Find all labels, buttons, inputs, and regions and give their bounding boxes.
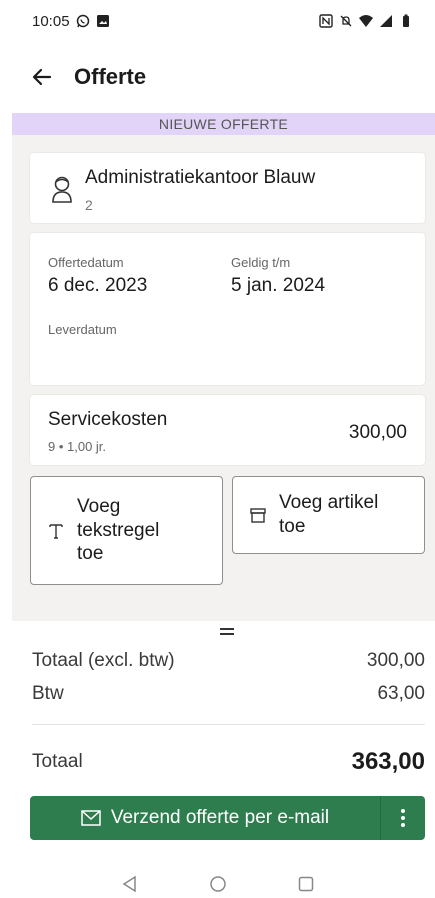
summary-divider <box>32 724 425 725</box>
signal-icon <box>380 15 392 27</box>
send-offer-button[interactable]: Verzend offerte per e-mail <box>30 796 425 840</box>
total-row: Totaal 363,00 <box>32 748 425 776</box>
mail-icon <box>81 810 101 826</box>
status-bar: 10:05 <box>0 0 435 42</box>
home-circle-icon[interactable] <box>209 875 227 893</box>
valid-until-label: Geldig t/m <box>231 255 291 270</box>
add-text-line-button[interactable]: Voeg tekstregel toe <box>30 476 223 585</box>
page-title: Offerte <box>74 64 147 89</box>
customer-number: 2 <box>85 197 93 213</box>
subtotal-label: Totaal (excl. btw) <box>32 650 175 671</box>
add-article-button[interactable]: Voeg artikel toe <box>232 476 425 554</box>
subtotal-row: Totaal (excl. btw) 300,00 <box>32 650 425 672</box>
send-more-button[interactable] <box>381 796 425 840</box>
subtotal-value: 300,00 <box>366 650 425 671</box>
drag-handle-icon[interactable] <box>220 628 234 636</box>
status-banner: NIEUWE OFFERTE <box>12 113 435 135</box>
more-vertical-icon <box>401 809 405 827</box>
offer-date-value[interactable]: 6 dec. 2023 <box>48 275 147 297</box>
customer-card[interactable]: Administratiekantoor Blauw 2 <box>30 153 425 223</box>
recents-square-icon[interactable] <box>297 875 315 893</box>
back-triangle-icon[interactable] <box>121 875 139 893</box>
text-icon <box>49 523 63 539</box>
app-bar: Offerte <box>0 52 435 102</box>
line-item-amount: 300,00 <box>348 422 407 443</box>
system-nav-bar <box>0 870 435 898</box>
vat-value: 63,00 <box>377 683 425 704</box>
total-label: Totaal <box>32 751 83 772</box>
box-icon <box>250 508 266 523</box>
add-text-line-label: Voeg tekstregel toe <box>77 495 160 565</box>
arrow-left-icon[interactable] <box>30 65 54 89</box>
status-time: 10:05 <box>32 12 70 30</box>
valid-until-value[interactable]: 5 jan. 2024 <box>231 275 325 297</box>
send-offer-main[interactable]: Verzend offerte per e-mail <box>30 807 380 829</box>
wifi-icon <box>359 15 373 27</box>
offer-date-label: Offertedatum <box>48 255 124 270</box>
mute-icon <box>340 15 352 27</box>
vat-row: Btw 63,00 <box>32 683 425 705</box>
nfc-icon <box>319 14 333 28</box>
vat-label: Btw <box>32 683 64 704</box>
person-icon <box>52 176 72 203</box>
status-left: 10:05 <box>32 13 110 30</box>
line-item-title: Servicekosten <box>48 409 168 430</box>
dates-card[interactable]: Offertedatum 6 dec. 2023 Geldig t/m 5 ja… <box>30 233 425 385</box>
status-right <box>319 14 413 28</box>
line-item-subtitle: 9 • 1,00 jr. <box>48 439 107 454</box>
delivery-date-label: Leverdatum <box>48 322 117 337</box>
add-article-label: Voeg artikel toe <box>279 492 379 537</box>
customer-name: Administratiekantoor Blauw <box>85 167 316 188</box>
whatsapp-icon <box>76 14 89 28</box>
image-icon <box>96 15 109 27</box>
offer-content: NIEUWE OFFERTE Administratiekantoor Blau… <box>12 113 435 621</box>
line-item[interactable]: Servicekosten 9 • 1,00 jr. 300,00 <box>30 395 425 465</box>
total-value: 363,00 <box>351 748 425 775</box>
battery-icon <box>403 14 409 27</box>
send-offer-label: Verzend offerte per e-mail <box>110 807 330 828</box>
